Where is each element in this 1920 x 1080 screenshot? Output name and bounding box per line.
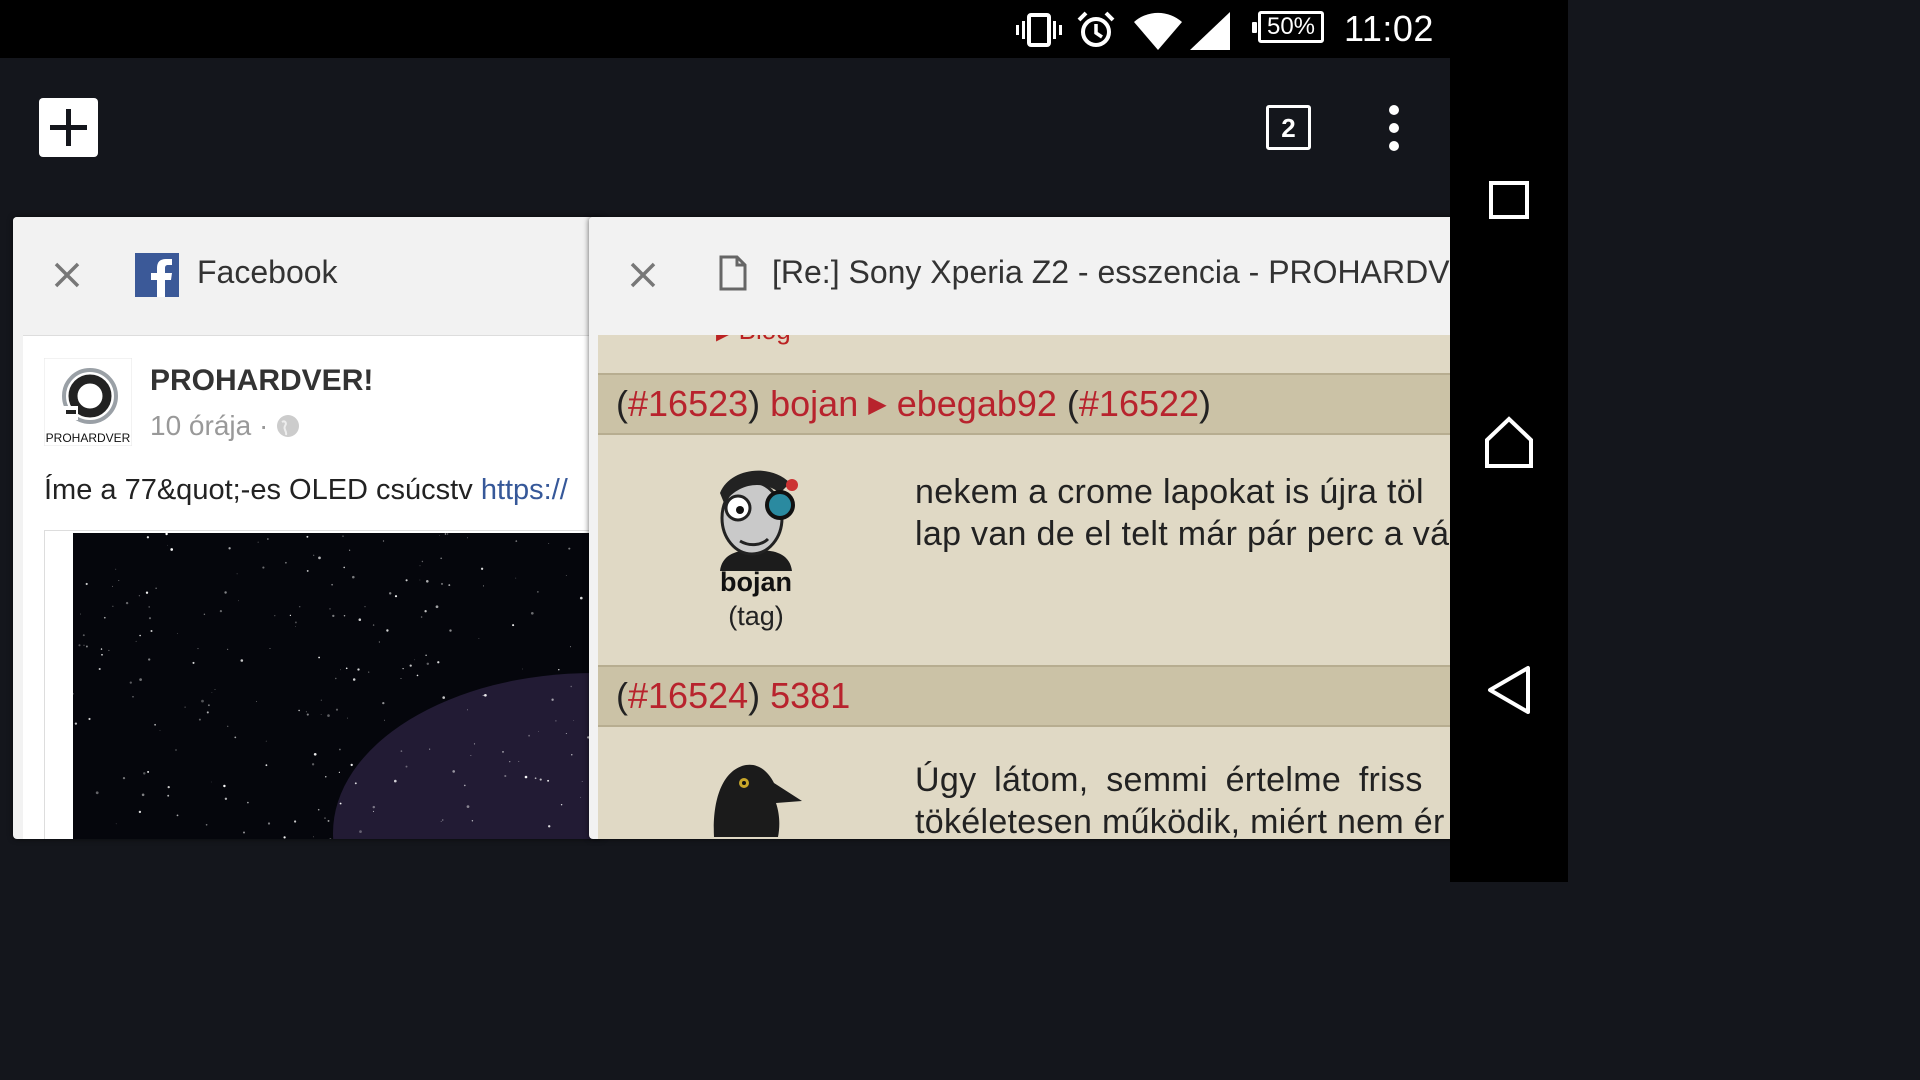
navigation-bar [1450, 58, 1568, 882]
tab-switcher-toolbar [0, 58, 1450, 218]
reply-to-user[interactable]: ebegab92 [897, 383, 1057, 424]
recents-icon[interactable] [1488, 180, 1530, 220]
tab-card-prohardver[interactable]: [Re:] Sony Xperia Z2 - esszencia - PROHA… [589, 217, 1469, 839]
clock: 11:02 [1344, 8, 1434, 49]
wifi-icon [1134, 12, 1182, 50]
facebook-icon [135, 253, 179, 297]
starfield-image [73, 533, 603, 839]
page-name: PROHARDVER! [150, 364, 374, 397]
alarm-icon [1077, 11, 1115, 47]
user-avatar [710, 463, 802, 571]
tab-card-facebook[interactable]: Facebook PROHARDVER PROHARDVER! 10 órája… [13, 217, 603, 839]
post-line: nekem a crome lapokat is újra töl [915, 473, 1424, 511]
username[interactable]: bojan [598, 567, 914, 598]
plus-icon [50, 109, 87, 146]
status-bar: 50% 11:02 [0, 0, 1568, 58]
signal-icon [1190, 12, 1230, 50]
post-number[interactable]: #16524 [628, 675, 748, 716]
tab-title: [Re:] Sony Xperia Z2 - esszencia - PROHA… [772, 254, 1469, 290]
post-body: bojan (tag) nekem a crome lapokat is újr… [598, 433, 1469, 665]
post-author[interactable]: 5381 [770, 675, 850, 716]
post-header: (#16524) 5381 [598, 665, 1469, 727]
post-line: lap van de el telt már pár perc a vá [915, 515, 1450, 553]
home-icon[interactable] [1484, 416, 1534, 468]
post-line: tökéletesen működik, miért nem ér [915, 803, 1445, 839]
post-text: nekem a crome lapokat is újra töl lap va… [915, 471, 1449, 555]
post-header: (#16523) bojan ▶ ebegab92 (#16522) [598, 373, 1469, 435]
tab-card-header: [Re:] Sony Xperia Z2 - esszencia - PROHA… [589, 217, 1469, 335]
top-fragment: ▶ Blog [598, 335, 1469, 373]
globe-icon [277, 415, 300, 437]
post-line: Úgy látom, semmi értelme friss [915, 761, 1423, 799]
new-tab-button[interactable] [39, 98, 98, 157]
post-text: Úgy látom, semmi értelme friss tökéletes… [915, 759, 1445, 839]
close-icon[interactable] [629, 261, 657, 289]
more-vert-icon[interactable] [1380, 105, 1408, 151]
close-icon[interactable] [53, 261, 81, 289]
vibrate-icon [1016, 13, 1062, 47]
tab-count-button[interactable]: 2 [1266, 105, 1311, 150]
post-number[interactable]: #16523 [628, 383, 748, 424]
tab-card-header: Facebook [13, 217, 603, 335]
page-preview: ▶ Blog (#16523) bojan ▶ ebegab92 (#16522… [598, 335, 1469, 839]
post-author[interactable]: bojan [770, 383, 858, 424]
post-body: Úgy látom, semmi értelme friss tökéletes… [598, 725, 1469, 839]
post-image [44, 530, 603, 839]
post-text: Íme a 77&quot;-es OLED csúcstv https:// [44, 474, 568, 507]
page-preview: PROHARDVER PROHARDVER! 10 órája · Íme a … [23, 335, 603, 839]
reply-arrow-icon: ▶ [868, 391, 887, 418]
post-time-text: 10 órája · [150, 410, 269, 441]
prohardver-logo: PROHARDVER [44, 358, 132, 446]
battery-indicator: 50% [1252, 11, 1324, 43]
post-link[interactable]: https:// [481, 474, 568, 506]
reply-number[interactable]: #16522 [1079, 383, 1199, 424]
user-avatar [710, 757, 802, 837]
blog-link[interactable]: ▶ Blog [716, 335, 791, 346]
post-time: 10 órája · [150, 410, 300, 442]
post-text-content: Íme a 77&quot;-es OLED csúcstv [44, 474, 481, 506]
logo-caption: PROHARDVER [46, 431, 131, 445]
document-icon [719, 255, 747, 291]
tab-title: Facebook [197, 254, 338, 290]
user-rank: (tag) [728, 601, 784, 631]
back-icon[interactable] [1486, 664, 1532, 716]
